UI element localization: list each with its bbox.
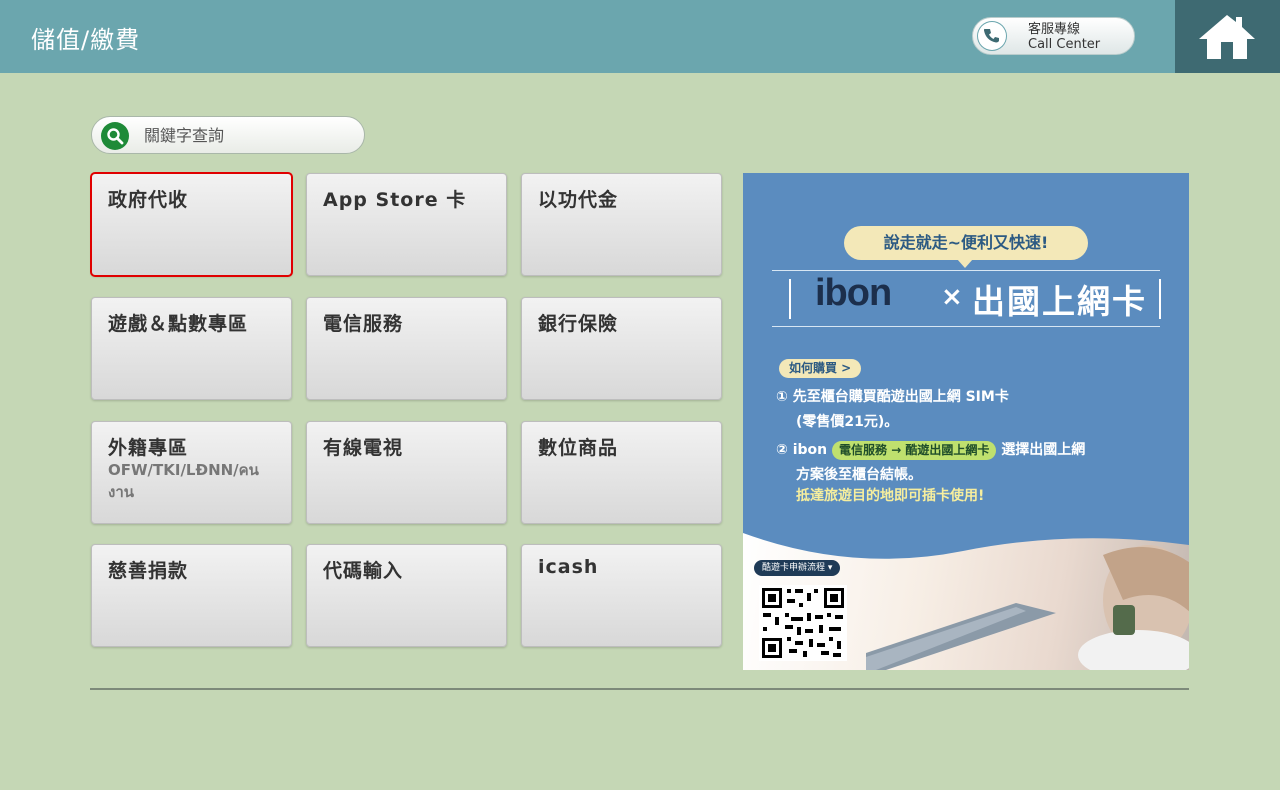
how-to-buy-tag: 如何購買 >: [779, 359, 862, 378]
step2-prefix: ② ibon: [776, 442, 828, 458]
step3-line: 抵達旅遊目的地即可插卡使用!: [796, 488, 985, 504]
step1-line2: (零售價21元)。: [796, 414, 899, 430]
tile-bank-insurance[interactable]: 銀行保險: [521, 297, 722, 400]
call-center-label-en: Call Center: [1028, 37, 1101, 52]
tile-digital-products[interactable]: 數位商品: [521, 421, 722, 524]
tile-label: 外籍專區: [108, 437, 189, 459]
tile-label: 政府代收: [108, 189, 189, 211]
tile-label: 遊戲＆點數專區: [108, 313, 249, 335]
tile-code-input[interactable]: 代碼輸入: [306, 544, 507, 647]
tile-label: 以功代金: [538, 189, 619, 211]
home-button[interactable]: [1175, 0, 1280, 73]
promo-banner[interactable]: 說走就走~便利又快速! ibon × 出國上網卡 如何購買 > ① 先至櫃台購買…: [743, 173, 1189, 670]
search-icon: [101, 122, 129, 150]
bottom-divider: [90, 688, 1189, 690]
traveler-photo: [1078, 545, 1189, 670]
title-bar-left: [789, 279, 791, 319]
tile-sublabel: OFW/TKI/LĐNN/คนงาน: [108, 461, 259, 501]
tile-label: 數位商品: [538, 437, 619, 459]
step2-suffix: 選擇出國上網: [1001, 442, 1086, 458]
qr-info-tag: 酷遊卡申辦流程 ▾: [754, 560, 841, 576]
tile-government-collection[interactable]: 政府代收: [90, 172, 293, 277]
tile-label: 慈善捐款: [108, 560, 189, 582]
step1-line1: ① 先至櫃台購買酷遊出國上網 SIM卡: [776, 389, 1009, 405]
banner-title: 出國上網卡: [972, 282, 1147, 321]
tile-label: 銀行保險: [538, 313, 619, 335]
tile-label: App Store 卡: [323, 189, 467, 211]
tile-foreign-workers[interactable]: 外籍專區 OFW/TKI/LĐNN/คนงาน: [91, 421, 292, 524]
tile-games-points[interactable]: 遊戲＆點數專區: [91, 297, 292, 400]
tile-label: icash: [538, 556, 599, 578]
call-center-label-cn: 客服專線: [1028, 22, 1081, 37]
header-bar: 儲值/繳費 客服專線 Call Center: [0, 0, 1280, 73]
bubble-tail: [957, 259, 973, 268]
search-input[interactable]: [144, 117, 354, 153]
tile-charity-donation[interactable]: 慈善捐款: [91, 544, 292, 647]
banner-title-box: ibon × 出國上網卡: [772, 270, 1161, 327]
title-bar-right: [1159, 279, 1161, 319]
ibon-logo: ibon: [815, 272, 892, 314]
tile-app-store-card[interactable]: App Store 卡: [306, 173, 507, 276]
tile-label: 電信服務: [323, 313, 404, 335]
step2-path-pill: 電信服務 → 酷遊出國上網卡: [832, 441, 997, 460]
keyword-search[interactable]: [91, 116, 365, 154]
step2-line1: ② ibon 電信服務 → 酷遊出國上網卡 選擇出國上網: [776, 439, 1085, 461]
tile-label: 有線電視: [323, 437, 404, 459]
tile-work-for-cash[interactable]: 以功代金: [521, 173, 722, 276]
page-title: 儲值/繳費: [31, 26, 141, 54]
tile-label: 代碼輸入: [323, 560, 404, 582]
tile-cable-tv[interactable]: 有線電視: [306, 421, 507, 524]
airplane-wing-image: [866, 603, 1056, 670]
phone-icon: [977, 21, 1007, 51]
tile-telecom-services[interactable]: 電信服務: [306, 297, 507, 400]
tile-icash[interactable]: icash: [521, 544, 722, 647]
step2-line2: 方案後至櫃台結帳。: [796, 467, 922, 483]
call-center-button[interactable]: 客服專線 Call Center: [972, 17, 1135, 55]
qr-code: [759, 585, 847, 661]
home-icon: [1199, 15, 1255, 59]
title-times: ×: [941, 282, 963, 312]
banner-bubble: 說走就走~便利又快速!: [844, 226, 1088, 260]
